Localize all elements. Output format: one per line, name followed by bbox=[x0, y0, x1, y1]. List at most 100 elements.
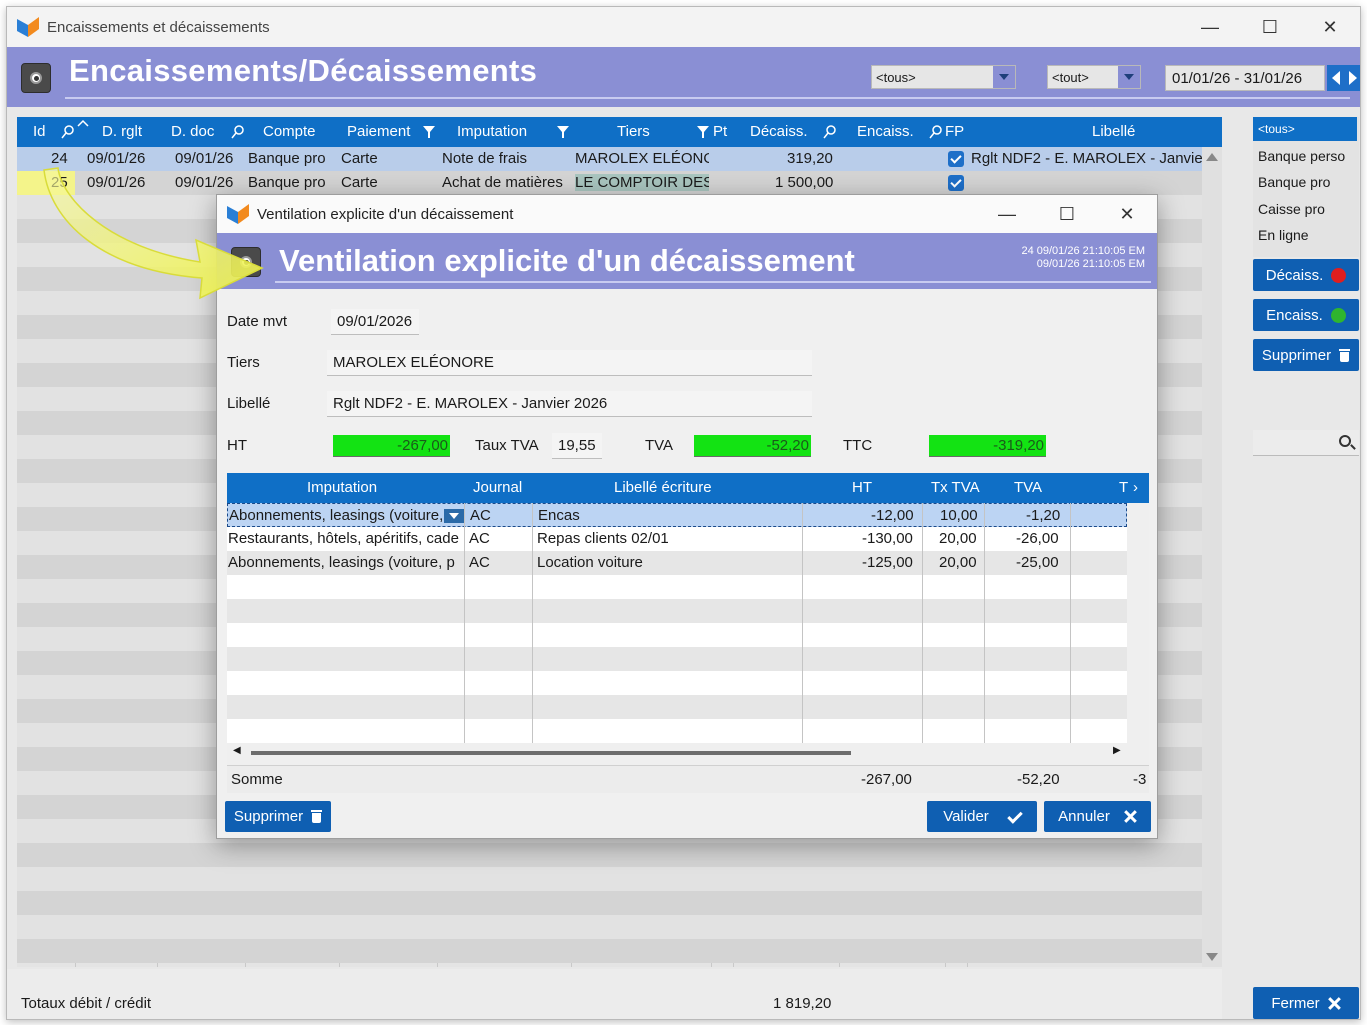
cell-decaiss: 319,20 bbox=[787, 150, 833, 167]
delete-button[interactable]: Supprimer bbox=[1253, 339, 1359, 371]
filter-select-2[interactable]: <tout> bbox=[1047, 65, 1141, 89]
search-icon[interactable] bbox=[61, 125, 75, 139]
date-range-field[interactable]: 01/01/26 - 31/01/26 bbox=[1165, 65, 1325, 91]
ht-field[interactable]: -267,00 bbox=[333, 435, 450, 457]
chevron-right-icon[interactable]: › bbox=[1133, 479, 1138, 496]
encaiss-button[interactable]: Encaiss. bbox=[1253, 299, 1359, 331]
account-item[interactable]: <tous> bbox=[1253, 117, 1357, 141]
col-id[interactable]: Id bbox=[33, 123, 46, 140]
cell-tva: -1,20 bbox=[1026, 507, 1061, 524]
camera-icon[interactable] bbox=[21, 63, 51, 93]
cancel-button[interactable]: Annuler bbox=[1044, 801, 1151, 832]
col-fp[interactable]: FP bbox=[945, 123, 964, 140]
scroll-down-icon[interactable] bbox=[1206, 953, 1218, 961]
cell-journal: AC bbox=[469, 554, 490, 571]
col-journal[interactable]: Journal bbox=[473, 479, 522, 496]
chevron-down-icon[interactable] bbox=[444, 509, 464, 523]
search-icon[interactable] bbox=[1339, 435, 1351, 447]
account-item[interactable]: Caisse pro bbox=[1253, 197, 1357, 221]
title-underline bbox=[65, 97, 1350, 99]
maximize-icon[interactable]: ☐ bbox=[1240, 7, 1300, 47]
scroll-up-icon[interactable] bbox=[1206, 153, 1218, 161]
decaiss-button[interactable]: Décaiss. bbox=[1253, 259, 1359, 291]
col-d-rglt[interactable]: D. rglt bbox=[102, 123, 142, 140]
app-logo-icon bbox=[227, 204, 249, 224]
ventilation-row[interactable]: Restaurants, hôtels, apéritifs, cade AC … bbox=[227, 527, 1127, 551]
tva-label: TVA bbox=[645, 437, 674, 454]
col-tx-tva[interactable]: Tx TVA bbox=[931, 479, 980, 496]
col-divider bbox=[984, 503, 985, 743]
col-tiers[interactable]: Tiers bbox=[617, 123, 650, 140]
filter-select-1[interactable]: <tous> bbox=[871, 65, 1016, 89]
dialog-titlebar: Ventilation explicite d'un décaissement … bbox=[217, 195, 1157, 233]
libelle-field[interactable]: Rglt NDF2 - E. MAROLEX - Janvier 2026 bbox=[327, 391, 812, 417]
dialog-delete-button[interactable]: Supprimer bbox=[225, 801, 331, 832]
libelle-label: Libellé bbox=[227, 395, 271, 412]
ttc-field[interactable]: -319,20 bbox=[929, 435, 1046, 457]
cell-tiers: LE COMPTOIR DES bbox=[575, 174, 709, 191]
close-icon[interactable]: ✕ bbox=[1300, 7, 1360, 47]
col-tva[interactable]: TVA bbox=[1014, 479, 1042, 496]
table-row[interactable]: 24 09/01/26 09/01/26 Banque pro Carte No… bbox=[17, 147, 1222, 171]
col-ttc[interactable]: T bbox=[1119, 479, 1128, 496]
col-imputation[interactable]: Imputation bbox=[457, 123, 527, 140]
fp-checkbox[interactable] bbox=[948, 175, 964, 191]
sum-ttc: -3 bbox=[1133, 771, 1147, 788]
scroll-left-icon[interactable]: ◀ bbox=[233, 745, 241, 756]
cell-d-rglt: 09/01/26 bbox=[87, 174, 146, 191]
maximize-icon[interactable]: ☐ bbox=[1037, 195, 1097, 233]
footer-label: Totaux débit / crédit bbox=[21, 995, 152, 1012]
filter-icon[interactable] bbox=[697, 126, 709, 138]
search-icon[interactable] bbox=[823, 125, 837, 139]
col-libelle-ecriture[interactable]: Libellé écriture bbox=[614, 479, 712, 496]
col-libelle[interactable]: Libellé bbox=[1092, 123, 1135, 140]
filter-icon[interactable] bbox=[423, 126, 435, 138]
col-encaiss[interactable]: Encaiss. bbox=[857, 123, 914, 140]
col-ht[interactable]: HT bbox=[852, 479, 872, 496]
trash-icon bbox=[1339, 348, 1351, 362]
taux-tva-field[interactable]: 19,55 bbox=[552, 433, 602, 459]
validate-button[interactable]: Valider bbox=[927, 801, 1037, 832]
tva-field[interactable]: -52,20 bbox=[694, 435, 811, 457]
prev-period-icon[interactable] bbox=[1327, 65, 1344, 91]
scroll-right-icon[interactable]: ▶ bbox=[1113, 745, 1121, 756]
cell-imputation: Note de frais bbox=[442, 150, 528, 167]
col-imputation[interactable]: Imputation bbox=[307, 479, 377, 496]
horizontal-scrollbar[interactable] bbox=[251, 751, 851, 755]
cell-tx-tva: 20,00 bbox=[939, 530, 977, 547]
col-paiement[interactable]: Paiement bbox=[347, 123, 410, 140]
chevron-down-icon[interactable] bbox=[993, 66, 1015, 88]
search-input[interactable] bbox=[1253, 430, 1359, 456]
dialog-title: Ventilation explicite d'un décaissement bbox=[279, 243, 855, 278]
window-controls: — ☐ ✕ bbox=[1180, 7, 1360, 47]
account-item[interactable]: Banque pro bbox=[1253, 170, 1357, 194]
green-dot-icon bbox=[1330, 307, 1346, 323]
table-row[interactable]: 25 09/01/26 09/01/26 Banque pro Carte Ac… bbox=[17, 171, 1222, 195]
close-button[interactable]: Fermer bbox=[1253, 987, 1359, 1019]
col-d-doc[interactable]: D. doc bbox=[171, 123, 214, 140]
account-item[interactable]: Banque perso bbox=[1253, 144, 1357, 168]
fp-checkbox[interactable] bbox=[948, 151, 964, 167]
cell-d-doc: 09/01/26 bbox=[175, 150, 234, 167]
next-period-icon[interactable] bbox=[1344, 65, 1360, 91]
ventilation-row[interactable]: Abonnements, leasings (voiture, p AC Loc… bbox=[227, 551, 1127, 575]
col-decaiss[interactable]: Décaiss. bbox=[750, 123, 808, 140]
account-list: <tous> Banque perso Banque pro Caisse pr… bbox=[1253, 117, 1359, 257]
search-icon[interactable] bbox=[929, 125, 943, 139]
account-item[interactable]: En ligne bbox=[1253, 223, 1357, 247]
close-icon[interactable]: ✕ bbox=[1097, 195, 1157, 233]
search-icon[interactable] bbox=[231, 125, 245, 139]
vertical-scrollbar[interactable] bbox=[1202, 147, 1222, 967]
minimize-icon[interactable]: — bbox=[1180, 7, 1240, 47]
sort-asc-icon[interactable] bbox=[77, 119, 89, 127]
camera-icon[interactable] bbox=[231, 247, 261, 277]
col-pt[interactable]: Pt bbox=[713, 123, 727, 140]
ventilation-row[interactable]: Abonnements, leasings (voiture, AC Encas… bbox=[227, 503, 1127, 527]
col-compte[interactable]: Compte bbox=[263, 123, 316, 140]
tiers-field[interactable]: MAROLEX ELÉONORE bbox=[327, 350, 812, 376]
date-field[interactable]: 09/01/2026 bbox=[331, 309, 419, 335]
stamp-line-1: 24 09/01/26 21:10:05 EM bbox=[1021, 245, 1145, 257]
chevron-down-icon[interactable] bbox=[1118, 66, 1140, 88]
minimize-icon[interactable]: — bbox=[977, 195, 1037, 233]
filter-icon[interactable] bbox=[557, 126, 569, 138]
